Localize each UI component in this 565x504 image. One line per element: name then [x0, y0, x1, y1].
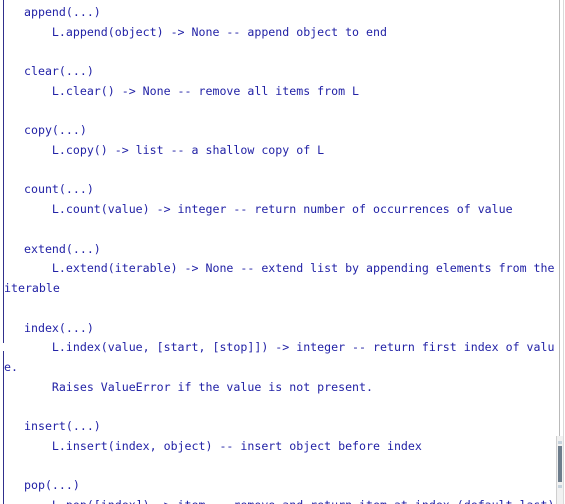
- help-text-viewport[interactable]: append(...) L.append(object) -> None -- …: [0, 0, 565, 504]
- vertical-scrollbar[interactable]: [556, 436, 563, 504]
- scrollbar-cap-bottom: [558, 485, 562, 488]
- scrollbar-cap-top: [558, 441, 562, 444]
- wrapped-continuation-line: e.: [4, 359, 18, 374]
- wrapped-continuation-line: iterable: [4, 281, 60, 296]
- scrollbar-thumb[interactable]: [558, 446, 562, 482]
- window-right-edge-inner: [563, 0, 564, 504]
- window-right-edge: [559, 0, 560, 504]
- help-output-text: append(...) L.append(object) -> None -- …: [4, 3, 560, 504]
